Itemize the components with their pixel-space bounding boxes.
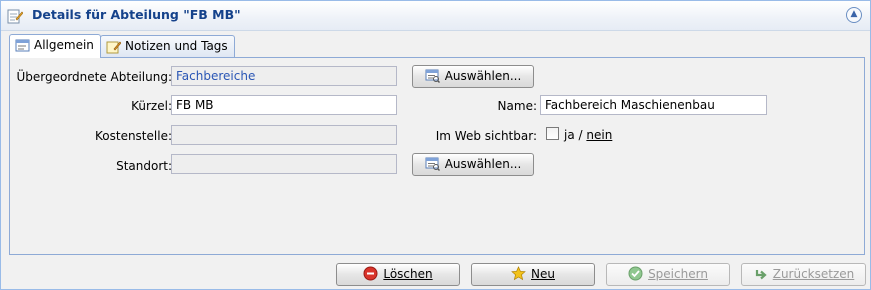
kostenstelle-label: Kostenstelle: bbox=[95, 129, 172, 143]
standort-select-label: Auswählen... bbox=[444, 157, 522, 171]
web-yes-option[interactable]: ja bbox=[564, 128, 575, 142]
parent-select-label: Auswählen... bbox=[444, 69, 522, 83]
panel-title: Details für Abteilung "FB MB" bbox=[32, 7, 241, 22]
undo-arrow-icon bbox=[753, 266, 768, 281]
edit-form-icon bbox=[7, 8, 24, 24]
note-edit-icon bbox=[106, 39, 122, 54]
standort-select-button[interactable]: Auswählen... bbox=[412, 153, 534, 176]
save-button[interactable]: Speichern bbox=[606, 263, 730, 286]
tab-allgemein-label: Allgemein bbox=[34, 38, 94, 52]
tab-allgemein[interactable]: Allgemein bbox=[9, 34, 101, 58]
name-label: Name: bbox=[497, 99, 537, 113]
kuerzel-field[interactable]: FB MB bbox=[171, 95, 397, 115]
new-button[interactable]: Neu bbox=[471, 263, 595, 286]
tab-strip: Allgemein Notizen und Tags bbox=[1, 31, 870, 58]
parent-field[interactable]: Fachbereiche bbox=[171, 66, 397, 86]
kostenstelle-field[interactable] bbox=[171, 125, 397, 145]
tab-notizen-und-tags[interactable]: Notizen und Tags bbox=[100, 35, 235, 57]
select-list-icon bbox=[425, 156, 440, 171]
collapse-up-icon[interactable]: ▲ bbox=[846, 7, 862, 23]
standort-field[interactable] bbox=[171, 154, 397, 174]
star-icon bbox=[511, 266, 526, 281]
name-field[interactable]: Fachbereich Maschienenbau bbox=[540, 95, 767, 115]
check-icon bbox=[628, 266, 643, 281]
web-separator: / bbox=[578, 128, 583, 142]
delete-label: Löschen bbox=[383, 267, 433, 281]
parent-select-button[interactable]: Auswählen... bbox=[412, 65, 534, 88]
tab-notizen-label: Notizen und Tags bbox=[125, 39, 228, 53]
delete-button[interactable]: Löschen bbox=[336, 263, 460, 286]
new-label: Neu bbox=[531, 267, 555, 281]
web-visible-options: ja / nein bbox=[564, 128, 612, 142]
kuerzel-label: Kürzel: bbox=[131, 99, 172, 113]
select-list-icon bbox=[425, 68, 440, 83]
reset-button[interactable]: Zurücksetzen bbox=[741, 263, 866, 286]
delete-icon bbox=[363, 266, 378, 281]
tab-content-allgemein: Übergeordnete Abteilung: Fachbereiche Au… bbox=[9, 57, 865, 255]
parent-label: Übergeordnete Abteilung: bbox=[16, 70, 172, 84]
details-panel: Details für Abteilung "FB MB" ▲ Allgemei… bbox=[0, 0, 871, 290]
standort-label: Standort: bbox=[116, 159, 172, 173]
web-visible-checkbox[interactable] bbox=[546, 127, 559, 140]
web-no-option[interactable]: nein bbox=[586, 128, 612, 142]
save-label: Speichern bbox=[648, 267, 708, 281]
web-visible-label: Im Web sichtbar: bbox=[435, 129, 537, 143]
reset-label: Zurücksetzen bbox=[772, 267, 855, 281]
panel-header: Details für Abteilung "FB MB" ▲ bbox=[1, 1, 870, 31]
form-icon bbox=[15, 38, 30, 53]
